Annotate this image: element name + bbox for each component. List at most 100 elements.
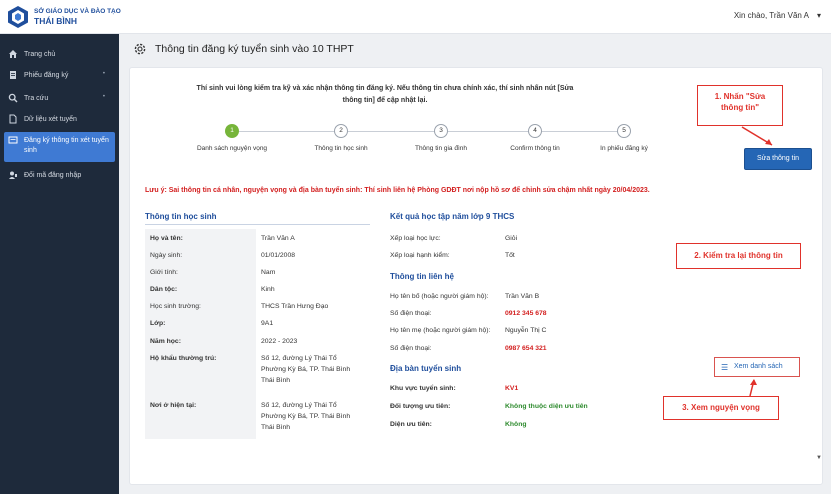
field-label: Xếp loại hạnh kiểm: bbox=[390, 252, 450, 259]
bullet-icon: • bbox=[102, 71, 105, 77]
register-icon bbox=[8, 135, 18, 145]
document-icon bbox=[8, 70, 18, 80]
gear-icon bbox=[134, 43, 146, 55]
step-4-label: Confirm thông tin bbox=[510, 145, 560, 152]
field-value: Không thuộc diện ưu tiên bbox=[505, 403, 588, 410]
step-5-label: In phiếu đăng ký bbox=[600, 145, 648, 152]
brand-line1: SỞ GIÁO DỤC VÀ ĐÀO TẠO bbox=[34, 8, 121, 15]
view-list-label: Xem danh sách bbox=[734, 363, 783, 370]
step-3-circle[interactable]: 3 bbox=[434, 124, 448, 138]
field-value: Giỏi bbox=[505, 235, 518, 242]
sidebar-item-label: Trang chủ bbox=[24, 51, 56, 58]
chevron-down-icon[interactable]: ▾ bbox=[817, 11, 821, 20]
sidebar-item-label: Đăng ký thông tin xét tuyển sinh bbox=[24, 137, 109, 154]
field-value: 0987 654 321 bbox=[505, 345, 547, 352]
field-label: Học sinh trường: bbox=[150, 303, 201, 310]
area-section-title: Địa bàn tuyển sinh bbox=[390, 364, 462, 373]
results-section-title: Kết quả học tập năm lớp 9 THCS bbox=[390, 212, 515, 221]
sidebar-item-lookup[interactable]: Tra cứu • bbox=[4, 90, 115, 108]
annotation-2: 2. Kiểm tra lại thông tin bbox=[676, 243, 801, 269]
annotation-1: 1. Nhấn "Sửa thông tin" bbox=[697, 85, 783, 126]
field-label: Khu vực tuyển sinh: bbox=[390, 385, 456, 392]
sidebar-item-label: Tra cứu bbox=[24, 95, 49, 102]
user-key-icon bbox=[8, 170, 18, 180]
brand-line2: THÁI BÌNH bbox=[34, 16, 77, 26]
page-header: Thông tin đăng ký tuyển sinh vào 10 THPT bbox=[119, 34, 831, 64]
sidebar: Trang chủ Phiếu đăng ký • Tra cứu • Dữ l… bbox=[0, 34, 119, 494]
annotation-1-line1: 1. Nhấn "Sửa bbox=[714, 92, 766, 101]
field-label: Số điện thoại: bbox=[390, 345, 432, 352]
stepper-line bbox=[232, 131, 626, 132]
field-value: 2022 - 2023 bbox=[261, 338, 298, 345]
annotation-3: 3. Xem nguyện vọng bbox=[663, 396, 779, 420]
list-icon: ☰ bbox=[721, 363, 729, 372]
field-label: Họ và tên: bbox=[150, 235, 183, 242]
field-value: THCS Trần Hưng Đạo bbox=[261, 303, 329, 310]
field-value-line3: Thái Bình bbox=[261, 377, 291, 384]
scroll-down-icon[interactable]: ▼ bbox=[816, 455, 822, 461]
field-label: Họ tên mẹ (hoặc người giám hộ): bbox=[390, 327, 491, 334]
field-label: Nơi ở hiện tại: bbox=[150, 402, 197, 409]
field-value-line3: Thái Bình bbox=[261, 424, 291, 431]
field-label: Đối tượng ưu tiên: bbox=[390, 403, 451, 410]
step-5-circle[interactable]: 5 bbox=[617, 124, 631, 138]
sidebar-item-admission-registration[interactable]: Đăng ký thông tin xét tuyển sinh bbox=[4, 132, 115, 162]
field-value-line2: Phường Kỳ Bá, TP. Thái Bình bbox=[261, 366, 351, 373]
contact-section-title: Thông tin liên hệ bbox=[390, 272, 454, 281]
field-label: Năm học: bbox=[150, 338, 181, 345]
search-icon bbox=[8, 93, 18, 103]
student-section-title: Thông tin học sinh bbox=[145, 212, 217, 221]
field-value: Trần Văn A bbox=[261, 235, 295, 242]
field-value: Số 12, đường Lý Thái Tổ bbox=[261, 402, 337, 409]
field-value: Không bbox=[505, 421, 527, 428]
field-value: Trần Văn B bbox=[505, 293, 540, 300]
field-label: Diện ưu tiên: bbox=[390, 421, 432, 428]
sidebar-item-registration-form[interactable]: Phiếu đăng ký • bbox=[4, 67, 115, 85]
view-list-link[interactable]: ☰ Xem danh sách bbox=[714, 357, 800, 377]
annotation-arrow-1 bbox=[741, 126, 773, 146]
field-label: Họ tên bố (hoặc người giám hộ): bbox=[390, 293, 489, 300]
bullet-icon: • bbox=[102, 94, 105, 100]
step-1-circle[interactable]: 1 bbox=[225, 124, 239, 138]
field-value: 9A1 bbox=[261, 320, 274, 327]
home-icon bbox=[8, 49, 18, 59]
intro-text: Thí sinh vui lòng kiểm tra kỹ và xác nhậ… bbox=[196, 85, 574, 104]
section-divider bbox=[145, 224, 370, 225]
step-4-circle[interactable]: 4 bbox=[528, 124, 542, 138]
field-value: Kinh bbox=[261, 286, 275, 293]
sidebar-item-label: Dữ liệu xét tuyển bbox=[24, 116, 77, 123]
field-value: Nam bbox=[261, 269, 276, 276]
user-greeting[interactable]: Xin chào, Trần Văn A bbox=[734, 11, 809, 20]
file-icon bbox=[8, 114, 18, 124]
field-value: 0912 345 678 bbox=[505, 310, 547, 317]
field-value: Số 12, đường Lý Thái Tổ bbox=[261, 355, 337, 362]
field-label: Dân tộc: bbox=[150, 286, 178, 293]
field-value-line2: Phường Kỳ Bá, TP. Thái Bình bbox=[261, 413, 351, 420]
warning-text: Lưu ý: Sai thông tin cá nhân, nguyện vọn… bbox=[145, 187, 650, 194]
annotation-arrow-3 bbox=[749, 379, 757, 397]
field-label: Số điện thoại: bbox=[390, 310, 432, 317]
sidebar-item-home[interactable]: Trang chủ bbox=[4, 46, 115, 64]
field-label: Giới tính: bbox=[150, 269, 178, 276]
field-value: Nguyễn Thị C bbox=[505, 327, 547, 334]
step-3-label: Thông tin gia đình bbox=[414, 145, 468, 152]
page-title: Thông tin đăng ký tuyển sinh vào 10 THPT bbox=[155, 43, 354, 55]
step-2-label: Thông tin học sinh bbox=[314, 145, 368, 152]
edit-info-button[interactable]: Sửa thông tin bbox=[744, 148, 812, 170]
field-label: Xếp loại học lực: bbox=[390, 235, 441, 242]
field-value: 01/01/2008 bbox=[261, 252, 296, 259]
field-value: Tốt bbox=[505, 252, 515, 259]
sidebar-item-label: Phiếu đăng ký bbox=[24, 72, 69, 79]
logo-icon bbox=[8, 6, 28, 28]
field-value: KV1 bbox=[505, 385, 519, 392]
step-1-label: Danh sách nguyện vọng bbox=[196, 145, 268, 152]
sidebar-item-label: Đổi mã đăng nhập bbox=[24, 172, 82, 179]
top-header: SỞ GIÁO DỤC VÀ ĐÀO TẠO THÁI BÌNH Xin chà… bbox=[0, 0, 831, 34]
step-2-circle[interactable]: 2 bbox=[334, 124, 348, 138]
field-label: Ngày sinh: bbox=[150, 252, 183, 259]
sidebar-item-admission-data[interactable]: Dữ liệu xét tuyển bbox=[4, 111, 115, 129]
annotation-1-line2: thông tin" bbox=[721, 103, 759, 112]
sidebar-item-change-password[interactable]: Đổi mã đăng nhập bbox=[4, 167, 115, 185]
field-label: Hộ khẩu thường trú: bbox=[150, 355, 217, 362]
field-label: Lớp: bbox=[150, 320, 166, 327]
